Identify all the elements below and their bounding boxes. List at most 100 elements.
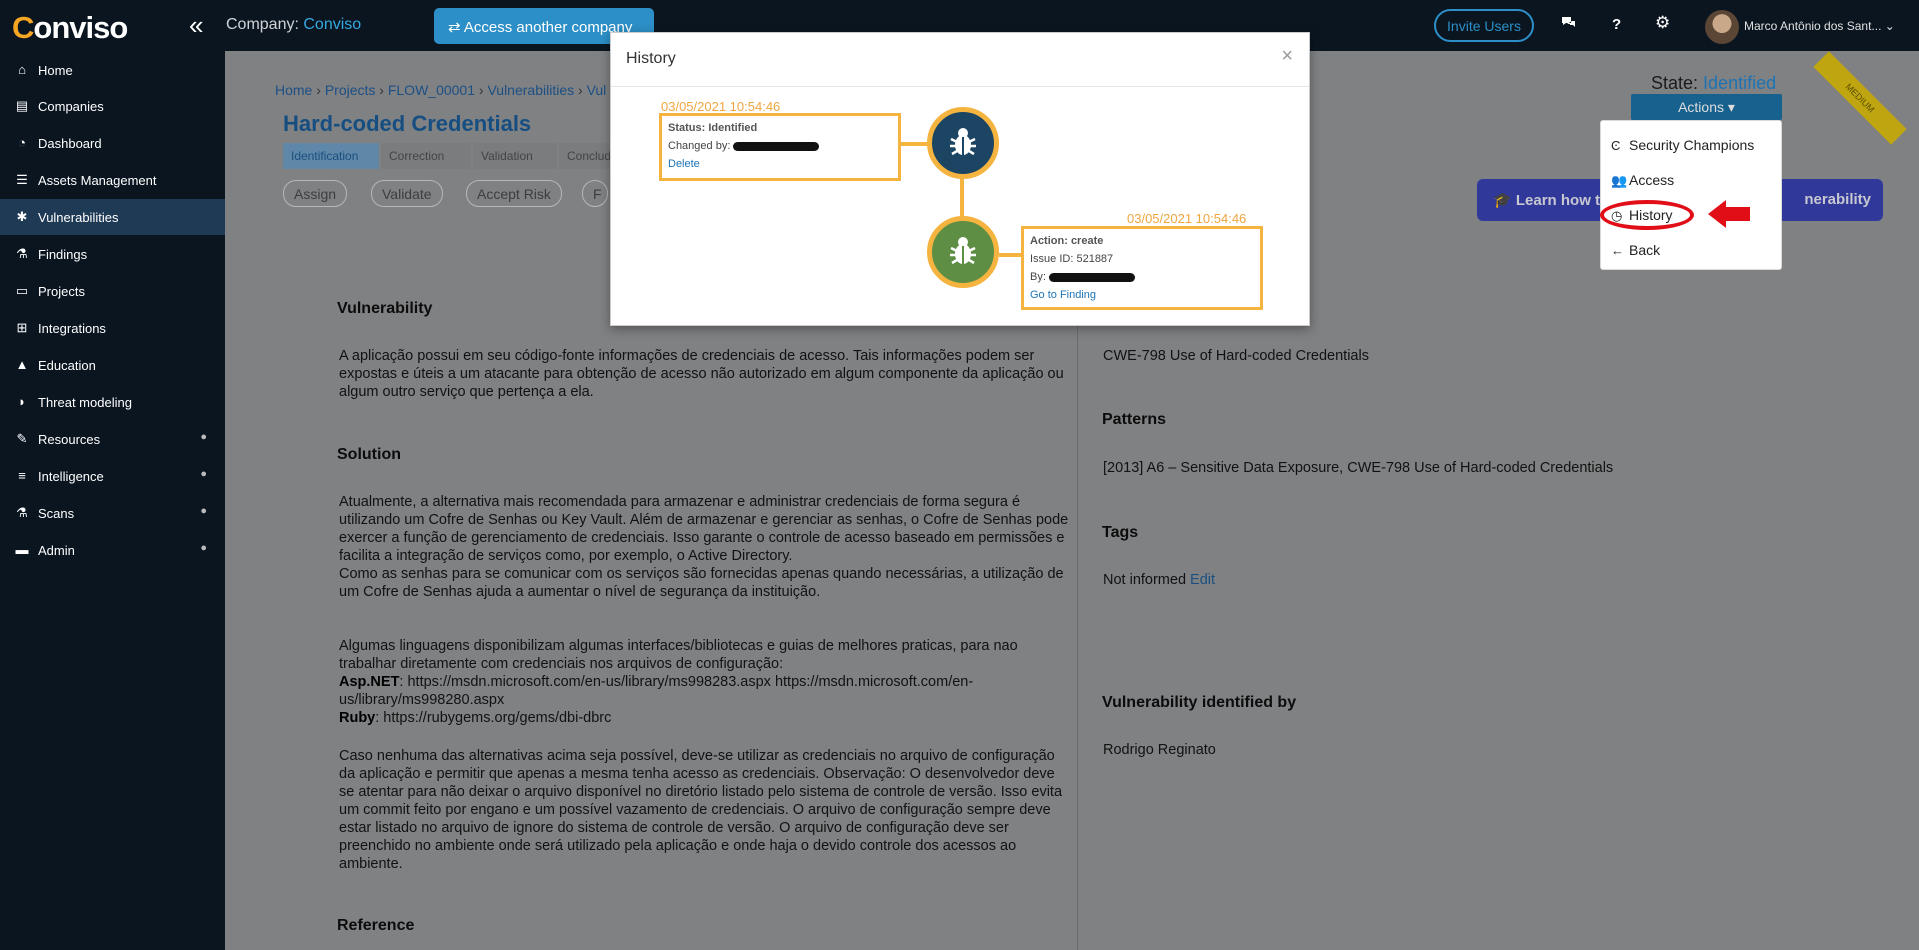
go-to-finding-link[interactable]: Go to Finding (1030, 286, 1254, 304)
invite-users-button[interactable]: Invite Users (1434, 9, 1534, 42)
menu-item-access[interactable]: 👥 Access (1611, 172, 1674, 189)
sitemap-icon: ⊞ (16, 320, 28, 335)
ruby-reference: Ruby: https://rubygems.org/gems/dbi-dbrc (339, 710, 612, 726)
cwe-text: CWE-798 Use of Hard-coded Credentials (1103, 348, 1369, 364)
graduation-cap-icon: ▲ (15, 357, 29, 372)
settings-gear-icon[interactable]: ⚙ (1655, 13, 1670, 33)
event-timestamp: 03/05/2021 10:54:46 (1127, 211, 1247, 226)
step-identification: Identification (283, 143, 379, 169)
company-name[interactable]: Conviso (303, 16, 361, 33)
breadcrumb-vulnerabilities[interactable]: Vulnerabilities (487, 82, 574, 98)
assign-button[interactable]: Assign (283, 180, 348, 207)
chevron-down-icon: ⌄ (1884, 19, 1895, 33)
solution-paragraph-4: Caso nenhuma das alternativas acima seja… (339, 748, 1063, 872)
sidebar: ⌂ Home ▤ Companies ◔ Dashboard ☰ Assets Mana… (0, 51, 225, 950)
timeline-connector (960, 178, 964, 218)
history-modal: History × 03/05/2021 10:54:46 Status: Id… (610, 32, 1310, 326)
modal-divider (611, 86, 1309, 87)
breadcrumb: Home › Projects › FLOW_00001 › Vulnerabi… (275, 82, 607, 98)
flask-icon: ⚗ (16, 505, 28, 520)
chat-icon[interactable] (1561, 16, 1576, 34)
patterns-text: [2013] A6 – Sensitive Data Exposure, CWE… (1103, 460, 1614, 476)
delete-event-link[interactable]: Delete (668, 155, 892, 173)
sidebar-item-threat-modeling[interactable]: ◗ Threat modeling (0, 384, 225, 420)
sidebar-item-education[interactable]: ▲ Education (0, 347, 225, 383)
sidebar-item-home[interactable]: ⌂ Home (0, 52, 225, 88)
arrow-left-icon: ← (1611, 243, 1624, 258)
sidebar-item-intelligence[interactable]: ≡ Intelligence ● (0, 458, 225, 494)
highlight-arrow-icon (1708, 200, 1750, 228)
close-icon[interactable]: × (1281, 45, 1293, 68)
event-timestamp: 03/05/2021 10:54:46 (661, 99, 781, 114)
severity-ribbon: MEDIUM (1813, 51, 1907, 145)
breadcrumb-project[interactable]: FLOW_00001 (388, 82, 475, 98)
sidebar-item-findings[interactable]: ⚗ Findings (0, 236, 225, 272)
sidebar-item-admin[interactable]: ▬ Admin ● (0, 532, 225, 568)
database-icon: ≡ (18, 468, 26, 483)
flask-icon: ⚗ (16, 246, 28, 261)
sidebar-item-integrations[interactable]: ⊞ Integrations (0, 310, 225, 346)
breadcrumb-projects[interactable]: Projects (325, 82, 376, 98)
sidebar-item-scans[interactable]: ⚗ Scans ● (0, 495, 225, 531)
solution-heading: Solution (337, 446, 401, 463)
false-positive-button[interactable]: F (582, 180, 608, 207)
vulnerability-description: A aplicação possui em seu código-fonte i… (339, 348, 1064, 400)
sidebar-item-companies[interactable]: ▤ Companies (0, 88, 225, 124)
redacted-user (1048, 272, 1135, 282)
sidebar-item-resources[interactable]: ✎ Resources ● (0, 421, 225, 457)
actions-dropdown-button[interactable]: Actions ▾ (1631, 94, 1782, 120)
bug-icon (950, 237, 976, 265)
wrench-icon: ✎ (16, 431, 28, 446)
accept-risk-button[interactable]: Accept Risk (466, 180, 562, 207)
collapse-sidebar-icon[interactable]: « (189, 12, 203, 38)
column-divider (1077, 237, 1078, 950)
sidebar-item-projects[interactable]: ▭ Projects (0, 273, 225, 309)
bug-icon (950, 128, 976, 156)
validate-button[interactable]: Validate (371, 180, 443, 207)
breadcrumb-current: Vul (586, 82, 607, 98)
sidebar-item-dashboard[interactable]: ◔ Dashboard (0, 125, 225, 161)
reference-heading: Reference (337, 917, 415, 934)
event-title: Action: create (1030, 235, 1104, 247)
briefcase-icon: ▬ (15, 542, 29, 557)
history-event-action: Action: create Issue ID: 521887 By: Go t… (1021, 226, 1263, 310)
champion-icon: Ͼ (1611, 138, 1621, 153)
swap-icon: ⇄ (448, 19, 464, 36)
expand-icon: ● (200, 431, 207, 443)
graduation-cap-icon: 🎓 (1493, 192, 1516, 209)
menu-item-back[interactable]: ← Back (1611, 242, 1660, 258)
expand-icon: ● (200, 468, 207, 480)
menu-item-security-champions[interactable]: Ͼ Security Champions (1611, 137, 1754, 153)
event-title: Status: Identified (668, 122, 758, 134)
users-icon: 👥 (1611, 173, 1628, 188)
patterns-heading: Patterns (1102, 411, 1167, 428)
sidebar-item-assets-management[interactable]: ☰ Assets Management (0, 162, 225, 198)
edit-tags-link[interactable]: Edit (1190, 572, 1215, 588)
modal-title: History (626, 50, 676, 67)
tags-value: Not informed Edit (1103, 572, 1216, 588)
identified-by-heading: Vulnerability identified by (1102, 694, 1297, 711)
conviso-logo[interactable]: Conviso (12, 10, 128, 46)
step-correction: Correction (381, 143, 471, 169)
help-icon[interactable]: ? (1612, 16, 1621, 33)
expand-icon: ● (200, 505, 207, 517)
event-changed-by: Changed by: (668, 137, 892, 155)
user-avatar[interactable] (1705, 10, 1739, 44)
state-indicator: State: Identified (1651, 73, 1777, 93)
home-icon: ⌂ (18, 62, 26, 77)
solution-paragraph-2: Como as senhas para se comunicar com os … (339, 566, 1064, 600)
folder-icon: ▭ (15, 283, 29, 298)
user-menu[interactable]: Marco Antônio dos Sant... ⌄ (1744, 19, 1895, 33)
tags-heading: Tags (1102, 524, 1139, 541)
building-icon: ▤ (15, 98, 29, 113)
shield-icon: ◗ (18, 394, 26, 409)
solution-paragraph-1: Atualmente, a alternativa mais recomenda… (339, 494, 1069, 564)
create-event-node (927, 216, 999, 288)
breadcrumb-home[interactable]: Home (275, 82, 312, 98)
identified-by-value: Rodrigo Reginato (1103, 742, 1216, 758)
event-by: By: (1030, 268, 1254, 286)
bug-icon: ✱ (16, 209, 28, 224)
aspnet-reference: Asp.NET: https://msdn.microsoft.com/en-u… (339, 674, 974, 708)
sidebar-item-vulnerabilities[interactable]: ✱ Vulnerabilities (0, 199, 225, 235)
expand-icon: ● (200, 542, 207, 554)
